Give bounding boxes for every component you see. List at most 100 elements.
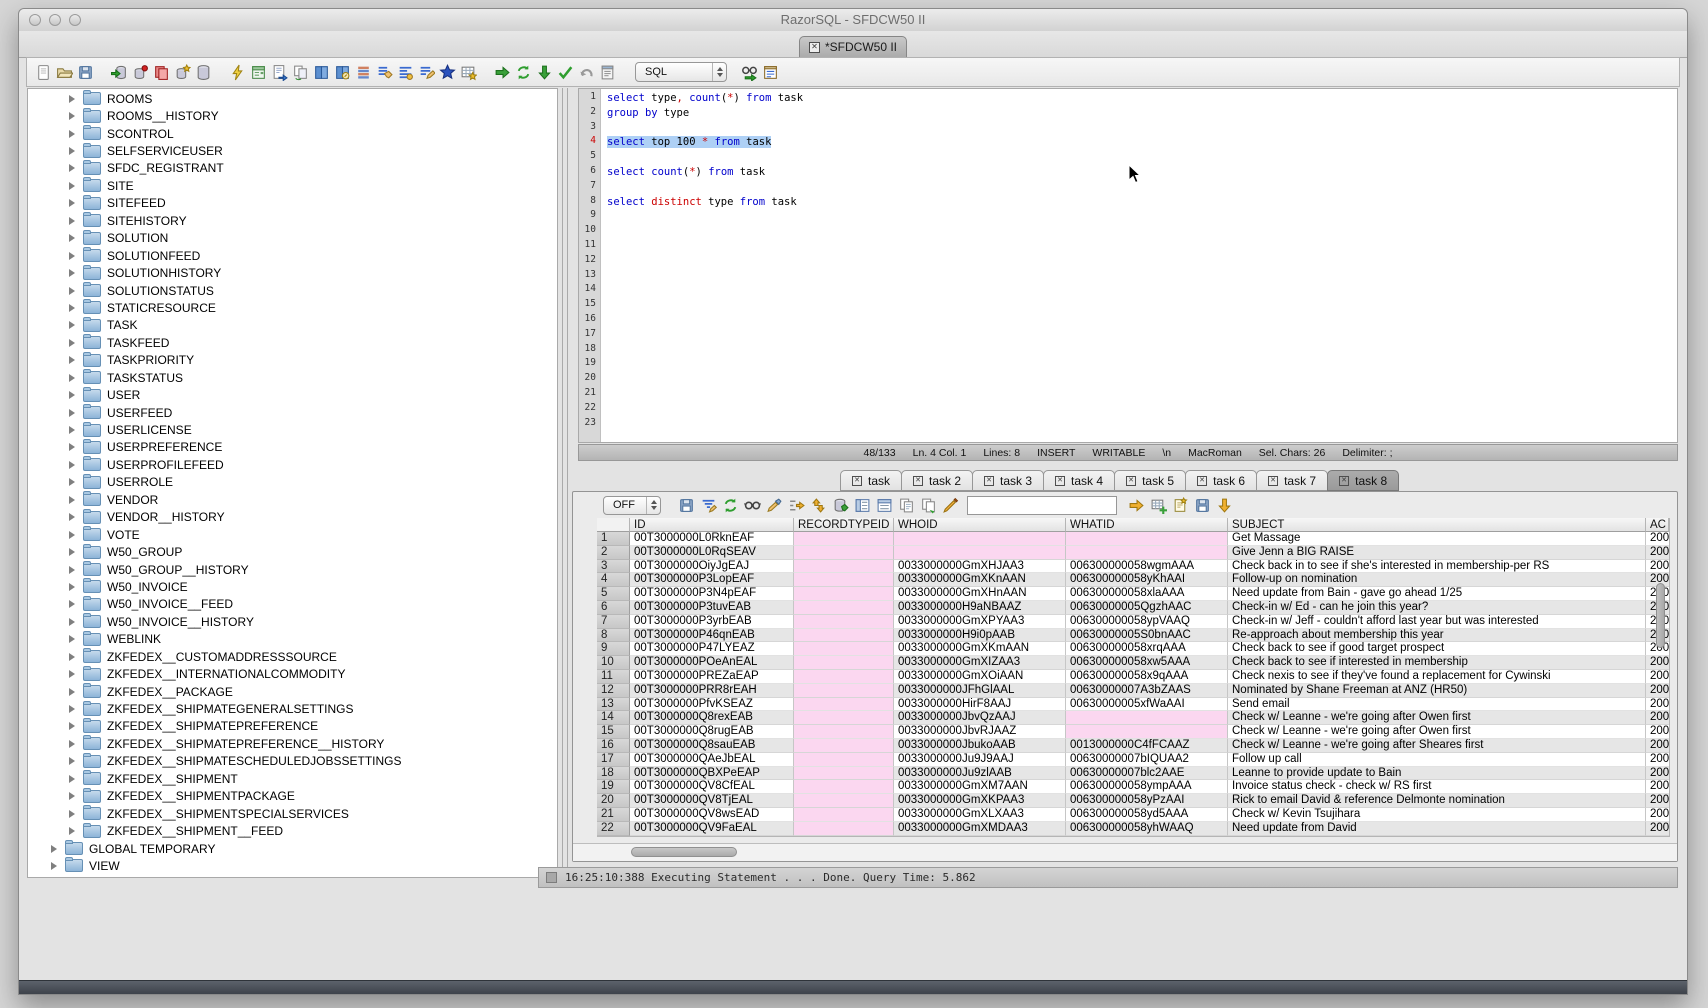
disclosure-triangle-icon[interactable] (69, 566, 75, 574)
grid-cell[interactable]: 200 (1646, 711, 1669, 725)
grid-cell[interactable]: 006300000058xrqAAA (1066, 642, 1228, 656)
grid-cell[interactable] (794, 711, 894, 725)
grid-cell[interactable]: Need update from David (1228, 822, 1646, 836)
grid-cell[interactable] (894, 546, 1066, 560)
horizontal-scrollbar-thumb[interactable] (631, 847, 737, 857)
grid-cell[interactable] (794, 684, 894, 698)
grid-column-header[interactable]: WHATID (1066, 518, 1228, 532)
grid-cell[interactable]: 00630000007A3bZAAS (1066, 684, 1228, 698)
grid-cell[interactable] (1066, 532, 1228, 546)
close-tab-icon[interactable]: ✕ (1268, 476, 1278, 486)
disclosure-triangle-icon[interactable] (69, 304, 75, 312)
disclosure-triangle-icon[interactable] (69, 182, 75, 190)
tree-item-table[interactable]: SITEHISTORY (28, 212, 557, 229)
grid-cell[interactable]: 00T3000000Q8sauEAB (630, 739, 794, 753)
grid-cell[interactable]: 00630000005xfWaAAI (1066, 698, 1228, 712)
grid-cell[interactable] (794, 780, 894, 794)
disclosure-triangle-icon[interactable] (69, 775, 75, 783)
grid-column-header[interactable]: AC (1646, 518, 1669, 532)
grid-cell[interactable] (794, 725, 894, 739)
arrow-down-yellow-icon[interactable] (1213, 494, 1235, 516)
grid-cell[interactable]: 0033000000H9aNBAAZ (894, 601, 1066, 615)
disclosure-triangle-icon[interactable] (69, 130, 75, 138)
grid-cell[interactable] (794, 573, 894, 587)
grid-cell[interactable]: 006300000058ypVAAQ (1066, 615, 1228, 629)
grid-cell[interactable]: Check-in w/ Jeff - couldn't afford last … (1228, 615, 1646, 629)
grid-cell[interactable]: 006300000058yhWAAQ (1066, 822, 1228, 836)
vertical-scrollbar-thumb[interactable] (1656, 583, 1665, 648)
tree-item-table[interactable]: SCONTROL (28, 125, 557, 142)
grid-cell[interactable]: 0033000000Ju9zlAAB (894, 767, 1066, 781)
grid-row[interactable]: 1700T3000000QAeJbEAL0033000000Ju9J9AAJ00… (597, 753, 1669, 767)
grid-column-header[interactable]: SUBJECT (1228, 518, 1646, 532)
tree-item-table[interactable]: W50_INVOICE__FEED (28, 596, 557, 613)
db-sync-icon[interactable] (829, 494, 851, 516)
grid-row[interactable]: 1400T3000000Q8rexEAB0033000000JbvQzAAJCh… (597, 711, 1669, 725)
grid-cell[interactable]: 00T3000000L0RknEAF (630, 532, 794, 546)
grid-cell[interactable]: 006300000058yd5AAA (1066, 808, 1228, 822)
grid-cell[interactable]: 006300000058yPzAAI (1066, 794, 1228, 808)
grid-cell[interactable]: 0033000000H9i0pAAB (894, 629, 1066, 643)
grid-row[interactable]: 2000T3000000QV8TjEAL0033000000GmXKPAA300… (597, 794, 1669, 808)
grid-cell[interactable]: 00T3000000QV8TjEAL (630, 794, 794, 808)
disclosure-triangle-icon[interactable] (69, 827, 75, 835)
grid-cell[interactable]: 006300000058yKhAAI (1066, 573, 1228, 587)
grid-cell[interactable]: 0033000000JFhGlAAL (894, 684, 1066, 698)
close-tab-icon[interactable]: ✕ (852, 476, 862, 486)
grid-cell[interactable]: 0033000000Ju9J9AAJ (894, 753, 1066, 767)
grid-cell[interactable] (1066, 546, 1228, 560)
tree-item-table[interactable]: W50_INVOICE (28, 578, 557, 595)
grid-cell[interactable] (794, 532, 894, 546)
tree-item-table[interactable]: SELFSERVICEUSER (28, 142, 557, 159)
disclosure-triangle-icon[interactable] (69, 409, 75, 417)
disclosure-triangle-icon[interactable] (69, 374, 75, 382)
book-help-icon[interactable] (332, 62, 353, 83)
grid-cell[interactable]: Rick to email David & reference Delmonte… (1228, 794, 1646, 808)
grid-cell[interactable] (894, 532, 1066, 546)
new-file-icon[interactable] (33, 62, 54, 83)
grid-cell[interactable] (794, 560, 894, 574)
grid-cell[interactable]: 0033000000GmXM7AAN (894, 780, 1066, 794)
title-bar[interactable]: RazorSQL - SFDCW50 II (19, 9, 1687, 32)
sql-code-area[interactable]: select type, count(*) from taskgroup by … (602, 89, 1677, 442)
disclosure-triangle-icon[interactable] (69, 95, 75, 103)
grid-cell[interactable]: 00630000007bIQUAA2 (1066, 753, 1228, 767)
tree-arrows-icon[interactable] (785, 494, 807, 516)
result-tab[interactable]: ✕task 5 (1114, 470, 1186, 491)
tree-item-table[interactable]: ZKFEDEX__SHIPMENTPACKAGE (28, 788, 557, 805)
grid-cell[interactable]: Check nexis to see if they've found a re… (1228, 670, 1646, 684)
grid-cell[interactable]: Check w/ Leanne - we're going after Owen… (1228, 711, 1646, 725)
grid-cell[interactable] (794, 753, 894, 767)
grid-cell[interactable] (794, 670, 894, 684)
grid-cell[interactable]: Need update from Bain - gave go ahead 1/… (1228, 587, 1646, 601)
tree-item-table[interactable]: ZKFEDEX__SHIPMATEGENERALSETTINGS (28, 700, 557, 717)
grid-cell[interactable]: 00T3000000P3LopEAF (630, 573, 794, 587)
grid-cell[interactable] (794, 739, 894, 753)
grid-cell[interactable] (794, 601, 894, 615)
grid-cell[interactable]: 00T3000000QV8CfEAL (630, 780, 794, 794)
document-tab[interactable]: ✕ *SFDCW50 II (799, 36, 907, 57)
book-icon[interactable] (311, 62, 332, 83)
grid-row[interactable]: 1200T3000000PRR8rEAH0033000000JFhGlAAL00… (597, 684, 1669, 698)
disclosure-triangle-icon[interactable] (69, 583, 75, 591)
grid-cell[interactable]: 200 (1646, 753, 1669, 767)
notes-new-icon[interactable] (1169, 494, 1191, 516)
grid-row[interactable]: 1500T3000000Q8rugEAB0033000000JbvRJAAZCh… (597, 725, 1669, 739)
grid-row[interactable]: 300T3000000OiyJgEAJ0033000000GmXHJAA3006… (597, 560, 1669, 574)
tree-item-table[interactable]: ZKFEDEX__SHIPMATESCHEDULEDJOBSSETTINGS (28, 753, 557, 770)
close-window-button[interactable] (29, 14, 41, 26)
disclosure-triangle-icon[interactable] (69, 688, 75, 696)
close-tab-icon[interactable]: ✕ (1126, 476, 1136, 486)
grid-cell[interactable]: 00T3000000QBXPeEAP (630, 767, 794, 781)
copy-red-icon[interactable] (151, 62, 172, 83)
grid-row[interactable]: 2200T3000000QV9FaEAL0033000000GmXMDAA300… (597, 822, 1669, 836)
grid-column-header[interactable] (597, 518, 630, 532)
disclosure-triangle-icon[interactable] (69, 635, 75, 643)
grid-cell[interactable]: Follow up call (1228, 753, 1646, 767)
tree-item-table[interactable]: W50_INVOICE__HISTORY (28, 613, 557, 630)
tree-item-table[interactable]: TASKSTATUS (28, 369, 557, 386)
sql-mode-select[interactable]: SQL (635, 62, 727, 82)
grid-cell[interactable] (1066, 711, 1228, 725)
tree-item-table[interactable]: SITEFEED (28, 195, 557, 212)
disclosure-triangle-icon[interactable] (69, 252, 75, 260)
